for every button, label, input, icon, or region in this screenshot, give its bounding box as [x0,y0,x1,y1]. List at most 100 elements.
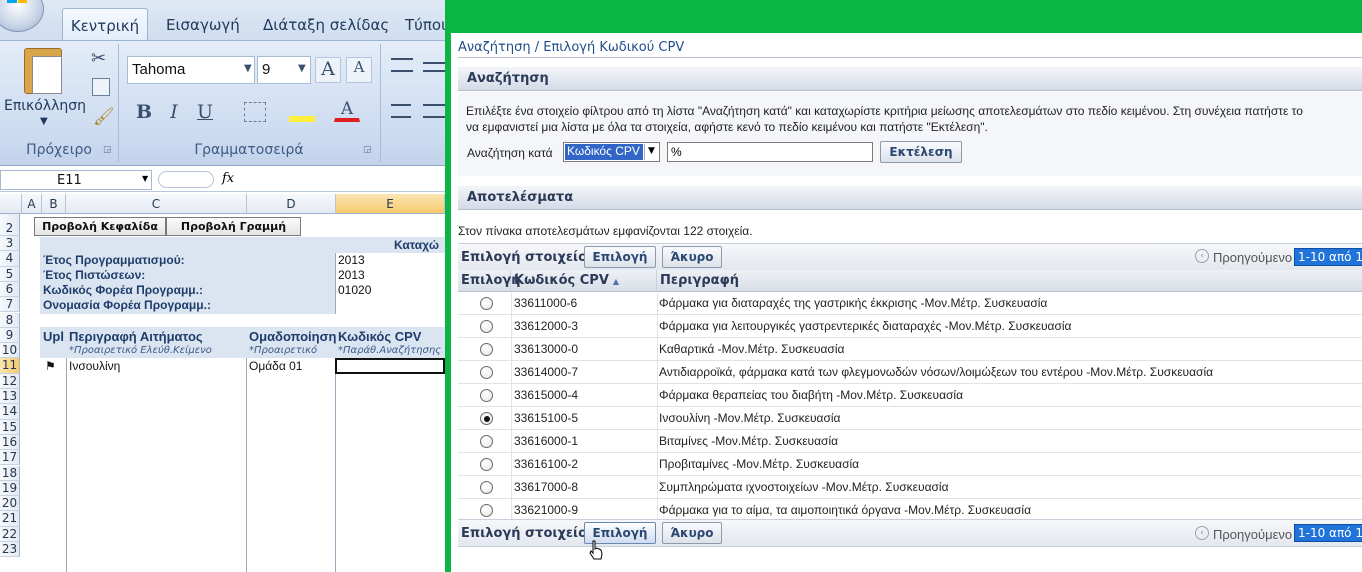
previous-icon[interactable]: ‹ [1195,526,1209,540]
bold-icon[interactable]: B [131,100,157,126]
row-header[interactable]: 13 [0,389,20,405]
font-dialog-launcher-icon[interactable]: ◲ [363,145,372,155]
tab-formulas[interactable]: Τύποι [405,8,445,40]
paste-dropdown-icon[interactable]: ▼ [40,116,48,127]
format-painter-icon[interactable]: 🖌 [93,107,115,127]
row-header[interactable]: 23 [0,542,20,558]
active-cell-e11[interactable] [335,358,445,374]
name-box[interactable]: E11 [0,170,152,190]
previous-icon[interactable]: ‹ [1195,249,1209,263]
field-value-credit-year[interactable]: 2013 [338,268,365,282]
search-by-select[interactable]: Κωδικός CPV ▼ [563,142,660,162]
sort-ascending-icon[interactable]: ▲ [613,277,619,286]
cpv-code-cell: 33615000-4 [514,388,579,402]
italic-icon[interactable]: I [161,100,187,126]
align-top-icon[interactable] [391,58,413,72]
column-header-d[interactable]: D [247,194,336,214]
row-radio[interactable] [480,412,493,425]
cancel-button-bottom[interactable]: Άκυρο [662,522,722,544]
align-center-icon[interactable] [423,104,445,118]
tab-page-layout[interactable]: Διάταξη σελίδας [263,8,389,40]
table-row[interactable] [458,338,1362,361]
row-radio[interactable] [480,435,493,448]
row-radio[interactable] [480,297,493,310]
shrink-font-icon[interactable]: A [346,57,372,83]
field-value-year[interactable]: 2013 [338,253,365,267]
column-header-c[interactable]: C [66,194,247,214]
row-radio[interactable] [480,320,493,333]
column-divider [511,453,512,476]
table-row[interactable] [458,407,1362,430]
execute-button[interactable]: Εκτέλεση [880,141,962,163]
col-request-desc: Περιγραφή Αιτήματος [69,329,203,344]
row-header[interactable]: 20 [0,496,20,512]
cell-desc[interactable]: Ινσουλίνη [69,359,120,373]
column-header-e[interactable]: E [336,194,445,214]
row-header[interactable]: 12 [0,373,20,389]
previous-link[interactable]: Προηγούμενο [1213,250,1292,265]
paste-button-label[interactable]: Επικόλληση [4,98,86,114]
row-header[interactable]: 5 [0,266,20,282]
select-all-corner[interactable] [0,194,22,214]
font-size-dropdown-icon[interactable]: ▼ [298,63,306,74]
borders-icon[interactable] [244,102,266,122]
show-line-button[interactable]: Προβολή Γραμμή [166,217,301,236]
dialog-launcher-icon[interactable]: ◲ [103,145,112,155]
row-radio[interactable] [480,389,493,402]
show-header-button[interactable]: Προβολή Κεφαλίδα [34,217,166,236]
row-radio[interactable] [480,343,493,356]
row-radio[interactable] [480,366,493,379]
col-cpv-code-header[interactable]: Κωδικός CPV ▲ [511,270,657,292]
row-header[interactable]: 22 [0,526,20,542]
field-value-code[interactable]: 01020 [338,283,371,297]
select-button-top[interactable]: Επιλογή [584,246,656,268]
title-divider [458,57,1362,58]
tab-insert[interactable]: Εισαγωγή [166,8,240,40]
column-header-b[interactable]: B [42,194,66,214]
row-header[interactable]: 17 [0,450,20,466]
copy-icon[interactable] [92,78,110,96]
row-header[interactable]: 21 [0,511,20,527]
underline-icon[interactable]: U [192,100,218,126]
row-header[interactable]: 7 [0,297,20,313]
fx-icon[interactable]: fx [222,171,234,186]
row-radio[interactable] [480,504,493,517]
row-header[interactable]: 19 [0,480,20,497]
cancel-button-top[interactable]: Άκυρο [662,246,722,268]
align-middle-icon[interactable] [423,62,445,72]
row-header[interactable]: 4 [0,251,20,267]
row-header[interactable]: 3 [0,236,20,252]
row-header[interactable]: 9 [0,327,20,344]
row-radio[interactable] [480,458,493,471]
page-range-select-bottom[interactable]: 1-10 από 122 [1294,524,1362,542]
column-divider [511,407,512,430]
previous-link-bottom[interactable]: Προηγούμενο [1213,527,1292,542]
font-color-icon[interactable]: A [334,98,360,122]
chevron-down-icon[interactable]: ▼ [644,144,658,160]
align-left-icon[interactable] [391,104,411,118]
tab-home[interactable]: Κεντρική [62,8,148,40]
row-header[interactable]: 18 [0,465,20,481]
grow-font-icon[interactable]: A [315,57,341,83]
row-header[interactable]: 6 [0,281,20,298]
row-header[interactable]: 11 [0,358,20,374]
row-header[interactable]: 8 [0,312,20,328]
cut-icon[interactable]: ✂ [91,48,106,69]
row-header[interactable]: 16 [0,434,20,451]
cell-group[interactable]: Ομάδα 01 [249,359,302,373]
page-range-select[interactable]: 1-10 από 122 [1294,248,1362,266]
row-header[interactable]: 10 [0,343,20,359]
row-header[interactable]: 14 [0,404,20,420]
table-row[interactable] [458,430,1362,453]
row-radio[interactable] [480,481,493,494]
table-row[interactable] [458,453,1362,476]
font-name-dropdown-icon[interactable]: ▼ [244,63,252,74]
font-name-box[interactable]: Tahoma [127,56,255,84]
row-header[interactable]: 15 [0,419,20,435]
name-box-dropdown-icon[interactable]: ▼ [142,174,148,183]
search-text-input[interactable]: % [667,142,873,162]
row-header[interactable]: 2 [0,214,20,236]
column-header-a[interactable]: A [22,194,42,214]
fill-color-icon[interactable] [289,102,315,122]
column-divider [657,407,658,430]
